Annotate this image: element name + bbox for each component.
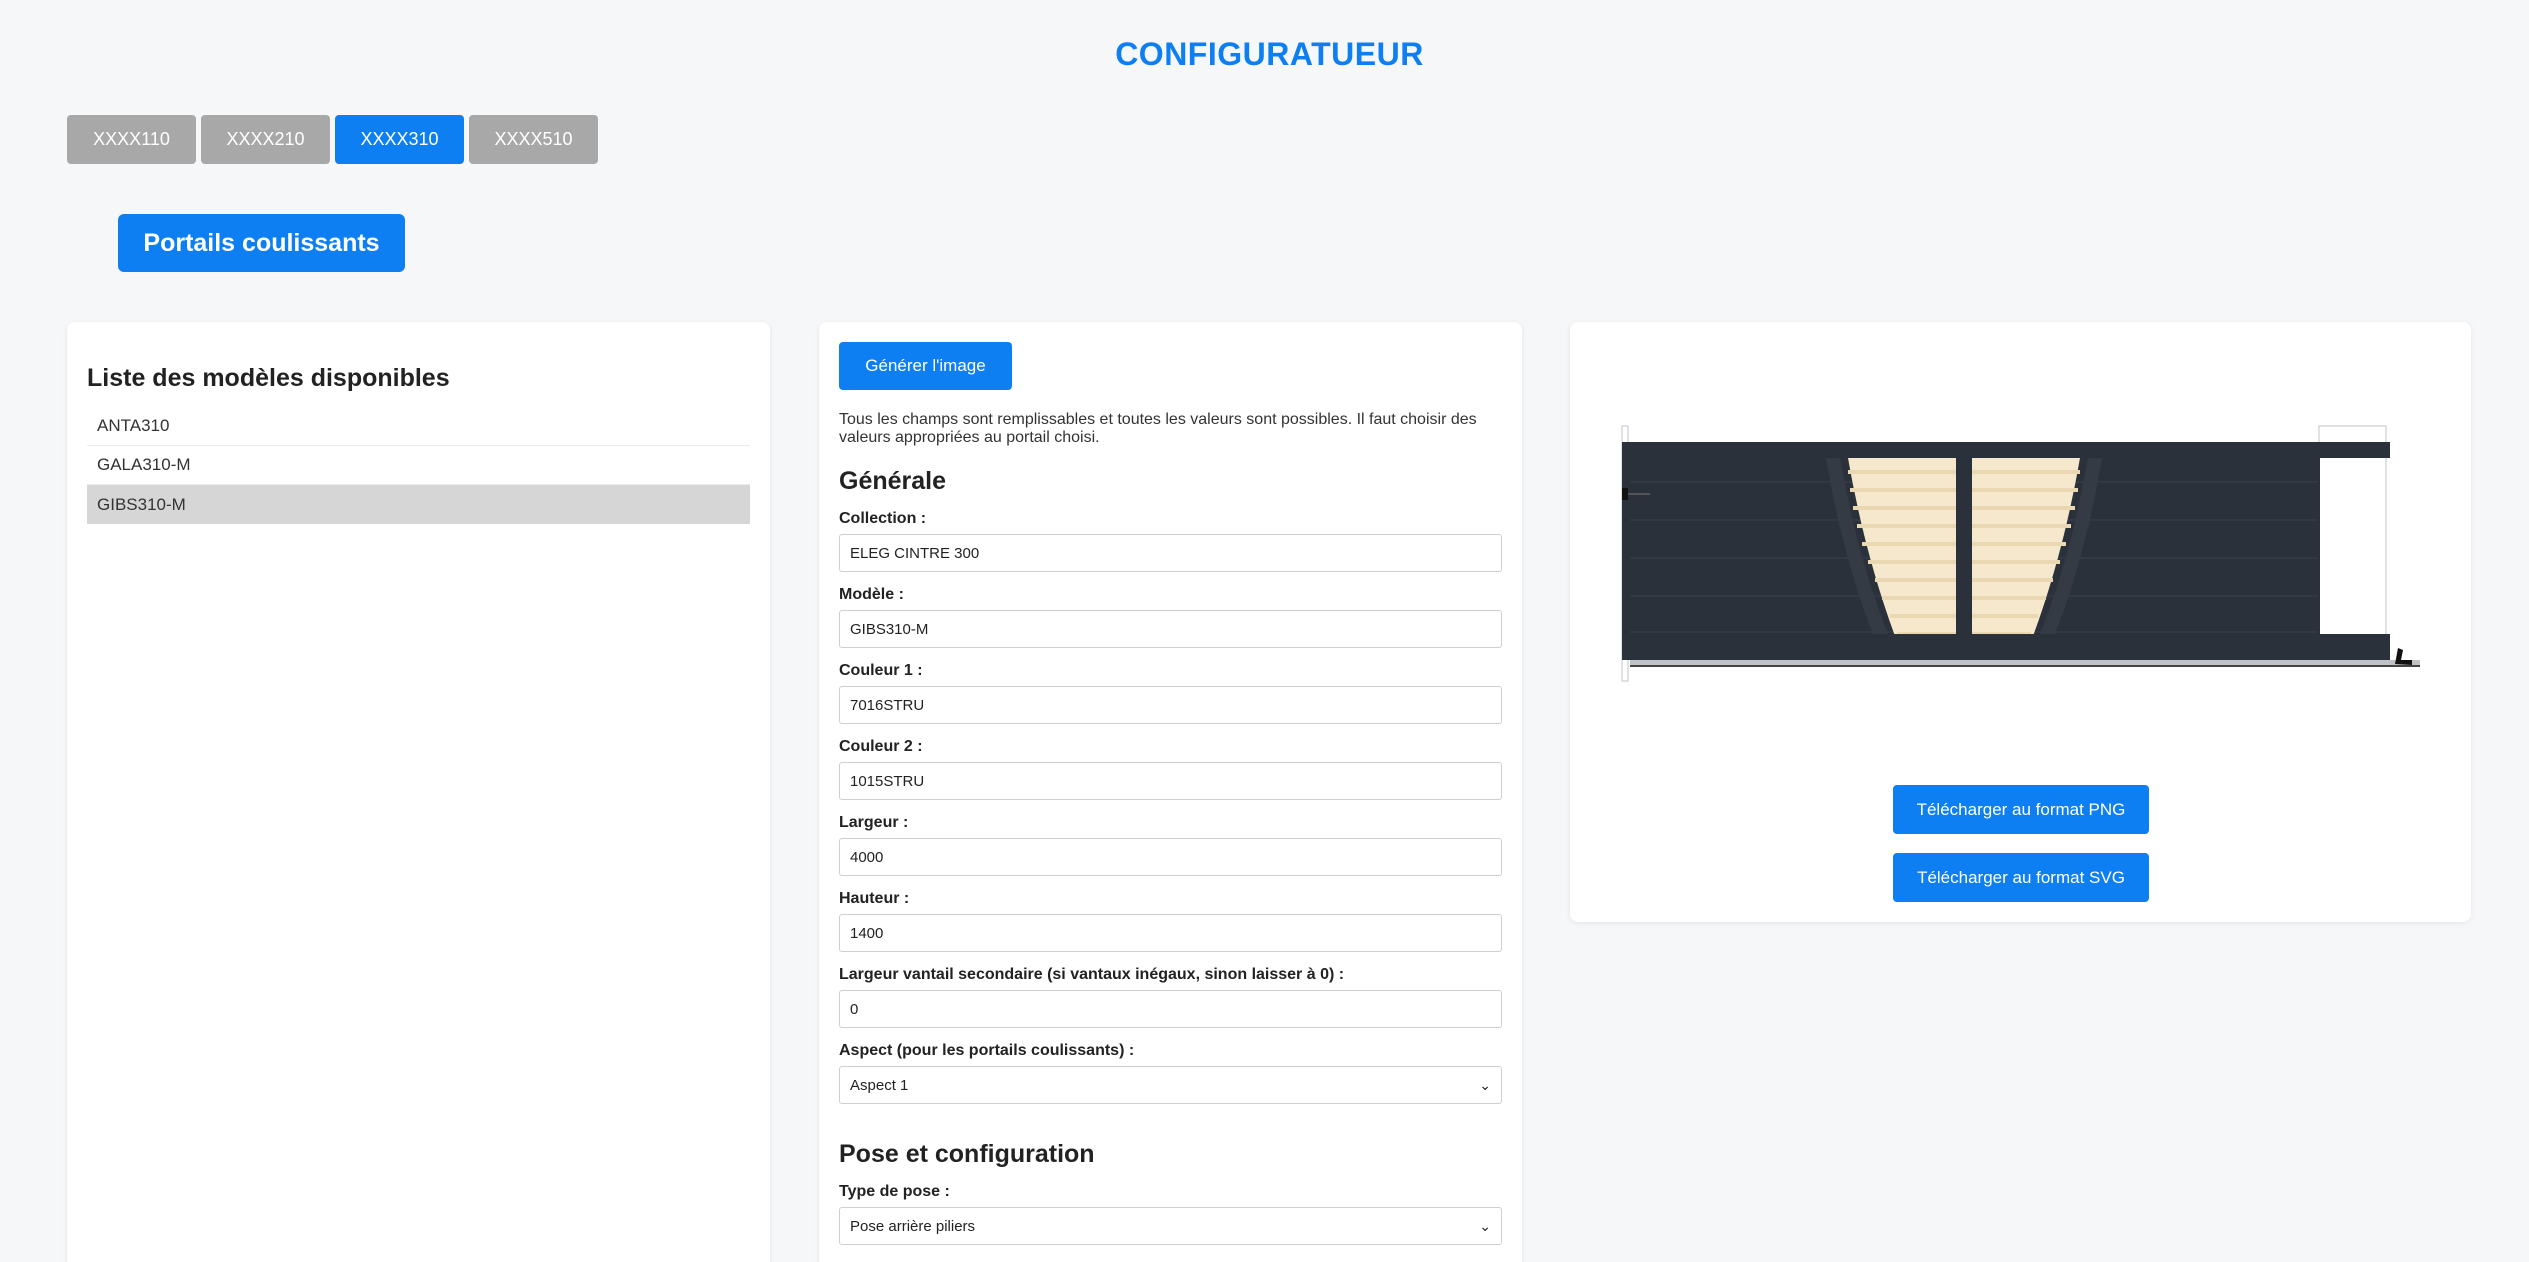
tab-xxxx510[interactable]: XXXX510: [469, 115, 598, 164]
collection-value: ELEG CINTRE 300: [850, 544, 980, 562]
largeur-secondaire-field[interactable]: 0: [839, 990, 1502, 1028]
largeur-secondaire-value: 0: [850, 1000, 859, 1018]
aspect-select[interactable]: Aspect 1 ⌄: [839, 1066, 1502, 1104]
tab-xxxx310[interactable]: XXXX310: [335, 115, 464, 164]
collection-tabs: XXXX110 XXXX210 XXXX310 XXXX510: [67, 115, 598, 164]
aspect-label: Aspect (pour les portails coulissants) :: [839, 1042, 1135, 1059]
tab-xxxx210[interactable]: XXXX210: [201, 115, 330, 164]
couleur1-value: 7016STRU: [850, 696, 925, 714]
download-png-button[interactable]: Télécharger au format PNG: [1893, 785, 2149, 834]
chevron-down-icon: ⌄: [1479, 1217, 1491, 1234]
modele-value: GIBS310-M: [850, 620, 929, 638]
model-item-anta310[interactable]: ANTA310: [87, 407, 750, 446]
couleur1-label: Couleur 1 :: [839, 662, 923, 679]
form-info-text: Tous les champs sont remplissables et to…: [839, 411, 1477, 446]
largeur-label: Largeur :: [839, 814, 909, 831]
type-pose-select[interactable]: Pose arrière piliers ⌄: [839, 1207, 1502, 1245]
app-title: CONFIGURATUEUR: [1115, 36, 1424, 72]
section-title-pose: Pose et configuration: [839, 1140, 1095, 1168]
form-panel: Générer l'image Tous les champs sont rem…: [819, 322, 1522, 1262]
model-item-gibs310-m[interactable]: GIBS310-M: [87, 485, 750, 524]
hauteur-value: 1400: [850, 924, 884, 942]
couleur2-field[interactable]: 1015STRU: [839, 762, 1502, 800]
category-button-portails-coulissants[interactable]: Portails coulissants: [118, 214, 405, 272]
chevron-down-icon: ⌄: [1479, 1076, 1491, 1093]
couleur2-value: 1015STRU: [850, 772, 925, 790]
hauteur-label: Hauteur :: [839, 890, 910, 907]
largeur-secondaire-label: Largeur vantail secondaire (si vantaux i…: [839, 966, 1345, 983]
download-svg-button[interactable]: Télécharger au format SVG: [1893, 853, 2149, 902]
modele-label: Modèle :: [839, 586, 904, 603]
models-panel: Liste des modèles disponibles ANTA310 GA…: [67, 322, 770, 1262]
type-pose-label: Type de pose :: [839, 1183, 950, 1200]
gate-preview-image: [1621, 425, 2420, 682]
models-title: Liste des modèles disponibles: [87, 364, 450, 392]
model-item-gala310-m[interactable]: GALA310-M: [87, 446, 750, 485]
largeur-value: 4000: [850, 848, 884, 866]
couleur2-label: Couleur 2 :: [839, 738, 923, 755]
collection-field[interactable]: ELEG CINTRE 300: [839, 534, 1502, 572]
type-pose-value: Pose arrière piliers: [850, 1217, 976, 1235]
generate-image-button[interactable]: Générer l'image: [839, 342, 1012, 390]
section-title-generale: Générale: [839, 467, 947, 495]
modele-field[interactable]: GIBS310-M: [839, 610, 1502, 648]
largeur-field[interactable]: 4000: [839, 838, 1502, 876]
hauteur-field[interactable]: 1400: [839, 914, 1502, 952]
preview-panel: Télécharger au format PNG Télécharger au…: [1570, 322, 2471, 922]
collection-label: Collection :: [839, 510, 927, 527]
tab-xxxx110[interactable]: XXXX110: [67, 115, 196, 164]
couleur1-field[interactable]: 7016STRU: [839, 686, 1502, 724]
aspect-value: Aspect 1: [850, 1076, 909, 1094]
